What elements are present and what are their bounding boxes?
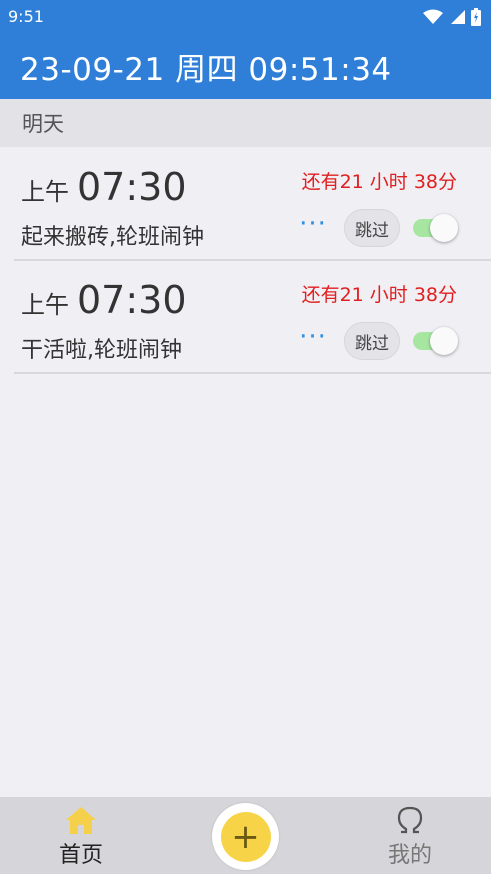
alarm-remaining: 还有21 小时 38分	[301, 284, 457, 306]
alarm-item[interactable]: 上午 07:30 起来搬砖,轮班闹钟 还有21 小时 38分 ··· 跳过	[14, 149, 491, 261]
section-title: 明天	[22, 112, 64, 136]
alarm-time: 07:30	[77, 165, 187, 209]
alarm-toggle[interactable]	[413, 325, 461, 357]
plus-icon: +	[220, 811, 271, 862]
nav-mine-label: 我的	[387, 843, 432, 868]
battery-icon	[471, 7, 481, 26]
current-datetime: 23-09-21 周四 09:51:34	[20, 51, 392, 88]
nav-home[interactable]: 首页	[21, 797, 141, 874]
wifi-icon	[423, 9, 443, 24]
alarm-label: 起来搬砖,轮班闹钟	[21, 225, 204, 250]
skip-button[interactable]: 跳过	[344, 209, 400, 247]
alarm-remaining: 还有21 小时 38分	[301, 171, 457, 193]
app-header: 23-09-21 周四 09:51:34	[0, 33, 491, 99]
toggle-thumb	[430, 214, 458, 242]
status-icons	[423, 7, 481, 26]
alarm-time: 07:30	[77, 278, 187, 322]
alarm-toggle[interactable]	[413, 212, 461, 244]
section-header-tomorrow: 明天	[0, 99, 491, 147]
nav-mine[interactable]: 我的	[350, 797, 470, 874]
toggle-thumb	[430, 327, 458, 355]
more-options-icon[interactable]: ···	[298, 211, 328, 241]
home-icon	[66, 807, 96, 834]
alarm-label: 干活啦,轮班闹钟	[21, 338, 182, 363]
alarm-period: 上午	[21, 291, 69, 319]
more-options-icon[interactable]: ···	[298, 324, 328, 354]
add-alarm-button[interactable]: +	[212, 803, 279, 870]
alarm-period: 上午	[21, 178, 69, 206]
status-bar: 9:51	[0, 0, 491, 33]
skip-button[interactable]: 跳过	[344, 322, 400, 360]
signal-icon	[451, 9, 465, 24]
alarm-time-row: 上午 07:30	[21, 165, 187, 209]
omega-icon	[397, 806, 423, 834]
nav-home-label: 首页	[58, 843, 103, 868]
status-time: 9:51	[8, 7, 44, 26]
alarm-time-row: 上午 07:30	[21, 278, 187, 322]
alarm-item[interactable]: 上午 07:30 干活啦,轮班闹钟 还有21 小时 38分 ··· 跳过	[14, 262, 491, 374]
